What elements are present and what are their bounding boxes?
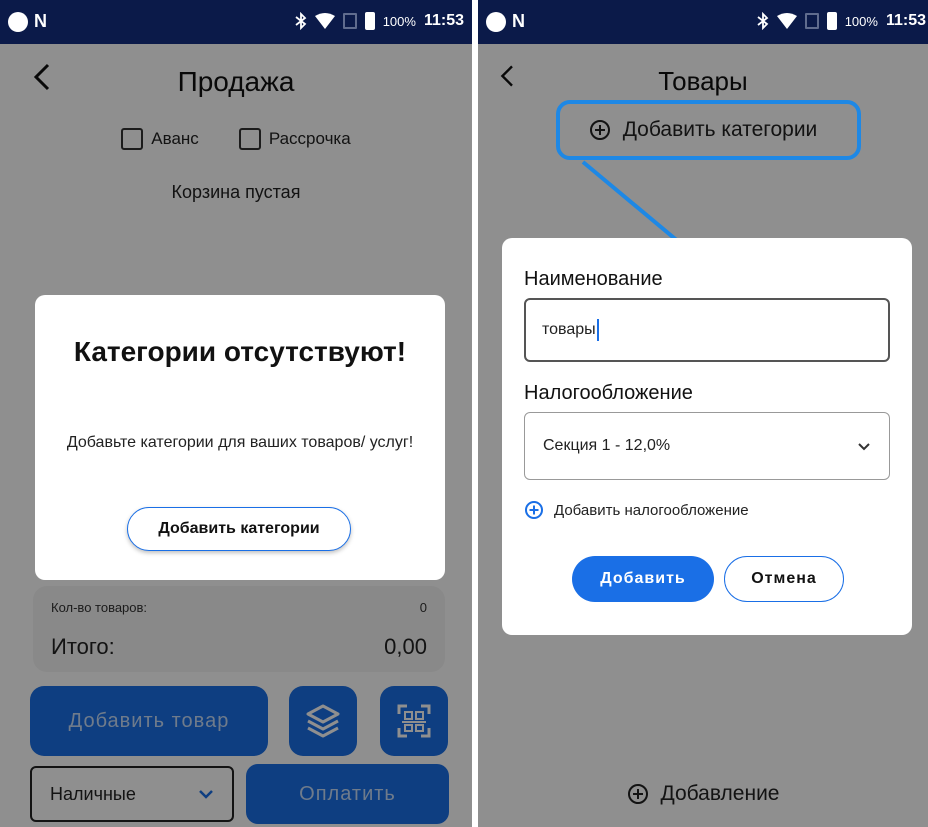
add-button[interactable]: Добавить [572,556,714,602]
status-bar: N 100% 11:53 [0,0,472,44]
name-input[interactable]: товары [524,298,890,362]
status-indicators: 100% 11:53 [295,12,464,30]
wifi-icon [314,13,335,29]
status-time: 11:53 [423,12,464,29]
add-tax-label: Добавить налогообложение [554,501,749,519]
dialog-text: Добавьте категории для ваших товаров/ ус… [66,434,414,451]
battery-percent: 100% [382,13,416,29]
status-dot-icon [8,12,28,32]
add-categories-button[interactable]: Добавить категории [127,507,351,551]
bluetooth-icon [295,12,307,30]
network-n-icon: N [34,11,47,31]
screen-sale: N 100% 11:53 Продажа Аванс Рассрочка Кор… [0,0,472,827]
tax-label: Налогообложение [524,382,693,404]
tax-select-value: Секция 1 - 12,0% [543,437,671,454]
signal-icon [342,13,357,29]
screen-products: N 100% 11:53 Товары Добавить категории Д… [478,0,928,827]
battery-icon [364,12,375,30]
name-label: Наименование [524,268,663,290]
cancel-button[interactable]: Отмена [724,556,844,602]
add-tax-link[interactable]: Добавить налогообложение [524,500,749,520]
dialog-title: Категории отсутствуют! [73,336,407,367]
plus-circle-icon [525,501,543,519]
text-caret [596,319,599,341]
name-input-value: товары [542,321,596,338]
chevron-down-icon [858,442,870,450]
tax-select[interactable]: Секция 1 - 12,0% [524,412,890,480]
no-categories-dialog: Категории отсутствуют! Добавьте категори… [35,295,445,580]
add-category-dialog: Наименование товары Налогообложение Секц… [502,238,912,635]
